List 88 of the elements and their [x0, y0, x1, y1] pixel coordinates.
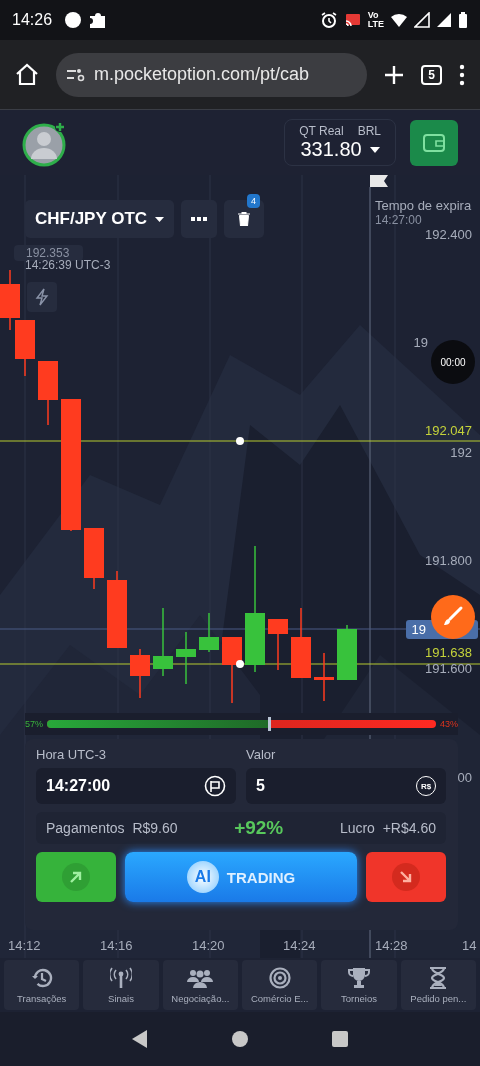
candle	[337, 624, 357, 681]
candle	[176, 631, 196, 685]
wallet-button[interactable]	[410, 119, 458, 166]
line-handle[interactable]	[236, 437, 244, 445]
trash-button[interactable]	[224, 200, 265, 238]
balance-selector[interactable]: QT Real BRL 331.80	[284, 119, 396, 166]
field-label: Valor	[246, 747, 277, 762]
candle	[314, 652, 334, 702]
price-label: 00	[457, 770, 472, 785]
nav-tab[interactable]: Torneios	[321, 960, 397, 1010]
target-icon	[268, 966, 291, 989]
line-handle[interactable]	[236, 660, 244, 668]
tab-count[interactable]: 5	[421, 64, 442, 85]
home-icon[interactable]	[14, 61, 40, 88]
price-label: 192.400	[425, 227, 472, 242]
address-bar[interactable]: m.pocketoption.com/pt/cab	[56, 52, 368, 97]
time-label: 14	[462, 938, 477, 953]
signal-icon	[414, 12, 430, 28]
hourglass-icon	[429, 966, 448, 989]
price-label: 191.600	[425, 661, 472, 676]
circle-icon	[64, 11, 83, 29]
sell-percentage: 43%	[440, 719, 458, 729]
expiry-label: Tempo de expira	[375, 198, 472, 213]
candle	[291, 607, 311, 679]
price-label: 191.800	[425, 553, 472, 568]
signal-icon	[436, 12, 452, 28]
quick-trade-button[interactable]	[27, 282, 57, 312]
profit-text: Lucro +R$4.60	[339, 820, 436, 836]
candle	[268, 618, 288, 671]
trophy-icon	[347, 966, 370, 989]
cast-icon	[343, 12, 362, 28]
candle	[15, 319, 35, 377]
time-field[interactable]: 14:27:00	[36, 768, 236, 804]
nav-tab[interactable]: Sinais	[83, 960, 159, 1010]
payout-text: Pagamentos R$9.60	[46, 820, 178, 836]
time-label: 14:20	[192, 938, 225, 953]
home-icon[interactable]	[231, 1030, 249, 1048]
price-label: 19	[413, 335, 428, 350]
candle	[84, 527, 104, 590]
amount-field[interactable]: 5 R$	[246, 768, 446, 804]
price-label: 192	[450, 445, 472, 460]
history-icon	[30, 966, 53, 989]
candle	[130, 648, 150, 699]
battery-icon	[458, 11, 468, 29]
time-label: 14:12	[8, 938, 41, 953]
field-label: Hora UTC-3	[36, 747, 108, 762]
back-icon[interactable]	[131, 1029, 149, 1049]
asset-selector[interactable]: CHF/JPY OTC	[25, 200, 175, 238]
trash-icon	[238, 212, 251, 226]
more-icon	[191, 217, 208, 221]
candle	[0, 269, 20, 331]
flag-icon	[204, 775, 226, 797]
price-label: 191.638	[425, 645, 472, 660]
buy-percentage: 57%	[25, 719, 43, 729]
nav-tab[interactable]: Negociação...	[162, 960, 238, 1010]
time-label: 14:24	[283, 938, 316, 953]
ai-trading-button[interactable]: AI TRADING	[125, 852, 357, 902]
menu-icon[interactable]	[458, 63, 466, 86]
arrow-down-right-icon	[392, 863, 420, 891]
volte-indicator: Vo LTE	[367, 11, 384, 29]
wifi-icon	[390, 12, 408, 28]
nav-tab[interactable]: Transações	[4, 960, 80, 1010]
expiry-time: 14:27:00	[375, 213, 423, 227]
nav-tab[interactable]: Comércio E...	[242, 960, 318, 1010]
time-label: 14:28	[375, 938, 408, 953]
recents-icon[interactable]	[331, 1030, 349, 1048]
more-button[interactable]	[181, 200, 218, 238]
candle	[222, 636, 242, 704]
arrow-up-right-icon	[62, 863, 90, 891]
nav-tab[interactable]: Pedido pen...	[400, 960, 476, 1010]
candle	[38, 360, 58, 426]
current-price: 192.353	[14, 245, 84, 261]
status-time: 14:26	[12, 11, 53, 29]
alarm-icon	[319, 11, 338, 29]
candle	[199, 612, 219, 653]
antenna-icon	[110, 966, 132, 989]
caret-icon	[369, 146, 380, 153]
caret-icon	[155, 216, 165, 222]
candle	[153, 607, 173, 677]
current-time: 14:26:39 UTC-3	[25, 258, 111, 272]
site-settings-icon[interactable]	[66, 66, 86, 83]
wallet-icon	[422, 131, 446, 154]
price-label: 192.047	[425, 423, 472, 438]
payout-percent: +92%	[234, 817, 284, 839]
count-badge: 4	[247, 194, 260, 208]
time-label: 14:16	[100, 938, 133, 953]
new-tab-icon[interactable]	[383, 63, 406, 86]
lightning-icon	[35, 288, 49, 306]
